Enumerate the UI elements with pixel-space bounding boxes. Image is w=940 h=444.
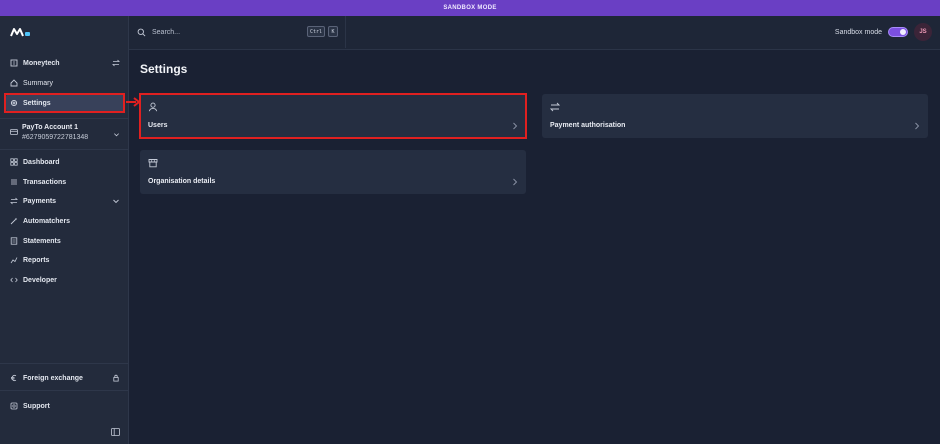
chevron-right-icon bbox=[513, 178, 518, 186]
card-icon bbox=[10, 129, 18, 135]
sidebar-item-label: Reports bbox=[23, 256, 50, 264]
sandbox-mode-toggle[interactable] bbox=[888, 27, 908, 37]
chevron-right-icon bbox=[915, 122, 920, 130]
sidebar-item-label: Summary bbox=[23, 79, 53, 87]
account-name: PayTo Account 1 bbox=[22, 124, 79, 131]
sidebar-divider bbox=[0, 149, 129, 150]
grid-icon bbox=[10, 158, 18, 166]
card-label: Organisation details bbox=[148, 178, 216, 185]
document-icon bbox=[10, 237, 18, 245]
shortcut-key-ctrl: Ctrl bbox=[307, 26, 325, 37]
sidebar-item-label: Statements bbox=[23, 237, 61, 245]
sidebar-item-label: Transactions bbox=[23, 178, 67, 186]
code-icon bbox=[10, 277, 18, 283]
sandbox-controls: Sandbox mode JS bbox=[835, 22, 932, 42]
sidebar-divider bbox=[0, 118, 129, 119]
annotation-arrow-icon bbox=[126, 97, 140, 107]
sandbox-mode-banner: SANDBOX MODE bbox=[0, 0, 940, 16]
building-icon bbox=[10, 59, 18, 67]
sidebar-item-payments[interactable]: Payments bbox=[6, 192, 124, 210]
account-selector[interactable]: PayTo Account 1 #6279059722781348 bbox=[6, 120, 124, 150]
moneytech-logo-icon[interactable] bbox=[10, 26, 32, 38]
page-title: Settings bbox=[140, 62, 188, 76]
shortcut-key-k: K bbox=[328, 26, 338, 37]
home-icon bbox=[10, 79, 18, 87]
sidebar-item-developer[interactable]: Developer bbox=[6, 271, 124, 289]
org-name: Moneytech bbox=[23, 59, 60, 67]
users-highlight-box bbox=[139, 93, 527, 139]
sidebar-item-summary[interactable]: Summary bbox=[6, 74, 124, 92]
sidebar-item-dashboard[interactable]: Dashboard bbox=[6, 153, 124, 171]
sidebar-item-label: Support bbox=[23, 402, 50, 410]
settings-highlight-box bbox=[4, 93, 125, 113]
collapse-sidebar-icon[interactable] bbox=[111, 428, 120, 436]
sidebar-divider bbox=[0, 390, 129, 391]
switch-arrows-icon[interactable] bbox=[112, 59, 120, 67]
wand-icon bbox=[10, 217, 18, 225]
sidebar-item-foreign-exchange[interactable]: Foreign exchange bbox=[6, 369, 124, 387]
support-icon bbox=[10, 402, 18, 410]
sidebar-divider bbox=[0, 363, 129, 364]
list-icon bbox=[11, 179, 17, 185]
sidebar-item-transactions[interactable]: Transactions bbox=[6, 173, 124, 191]
sidebar-item-label: Developer bbox=[23, 276, 57, 284]
avatar[interactable]: JS bbox=[914, 23, 932, 41]
search-placeholder: Search... bbox=[152, 28, 181, 36]
sidebar-item-reports[interactable]: Reports bbox=[6, 251, 124, 269]
account-number: #6279059722781348 bbox=[22, 134, 89, 141]
search-icon bbox=[137, 28, 146, 36]
store-icon bbox=[148, 159, 158, 168]
euro-icon bbox=[11, 375, 17, 381]
sidebar-item-label: Dashboard bbox=[23, 158, 60, 166]
sidebar-item-automatchers[interactable]: Automatchers bbox=[6, 212, 124, 230]
chevron-down-icon bbox=[114, 133, 119, 137]
card-label: Payment authorisation bbox=[550, 122, 626, 129]
sidebar-item-label: Payments bbox=[23, 197, 57, 205]
org-switcher[interactable]: Moneytech bbox=[6, 54, 124, 72]
sidebar-item-label: Automatchers bbox=[23, 217, 71, 225]
avatar-initials: JS bbox=[919, 29, 927, 35]
sidebar-item-statements[interactable]: Statements bbox=[6, 232, 124, 250]
organisation-details-card[interactable]: Organisation details bbox=[140, 150, 526, 194]
transfer-icon bbox=[10, 197, 18, 205]
top-bar: Search... Ctrl K Sandbox mode JS bbox=[129, 16, 940, 50]
chevron-down-icon bbox=[113, 199, 119, 204]
sidebar-item-support[interactable]: Support bbox=[6, 397, 124, 415]
search-input[interactable]: Search... Ctrl K bbox=[129, 16, 346, 48]
chart-icon bbox=[10, 257, 18, 264]
transfer-icon bbox=[550, 102, 560, 112]
banner-text: SANDBOX MODE bbox=[443, 5, 497, 11]
payment-authorisation-card[interactable]: Payment authorisation bbox=[542, 94, 928, 138]
lock-icon bbox=[113, 374, 119, 382]
sidebar-item-label: Foreign exchange bbox=[23, 374, 83, 382]
sandbox-mode-label: Sandbox mode bbox=[834, 28, 882, 36]
sidebar: Moneytech Summary Settings PayTo Account… bbox=[0, 16, 129, 444]
